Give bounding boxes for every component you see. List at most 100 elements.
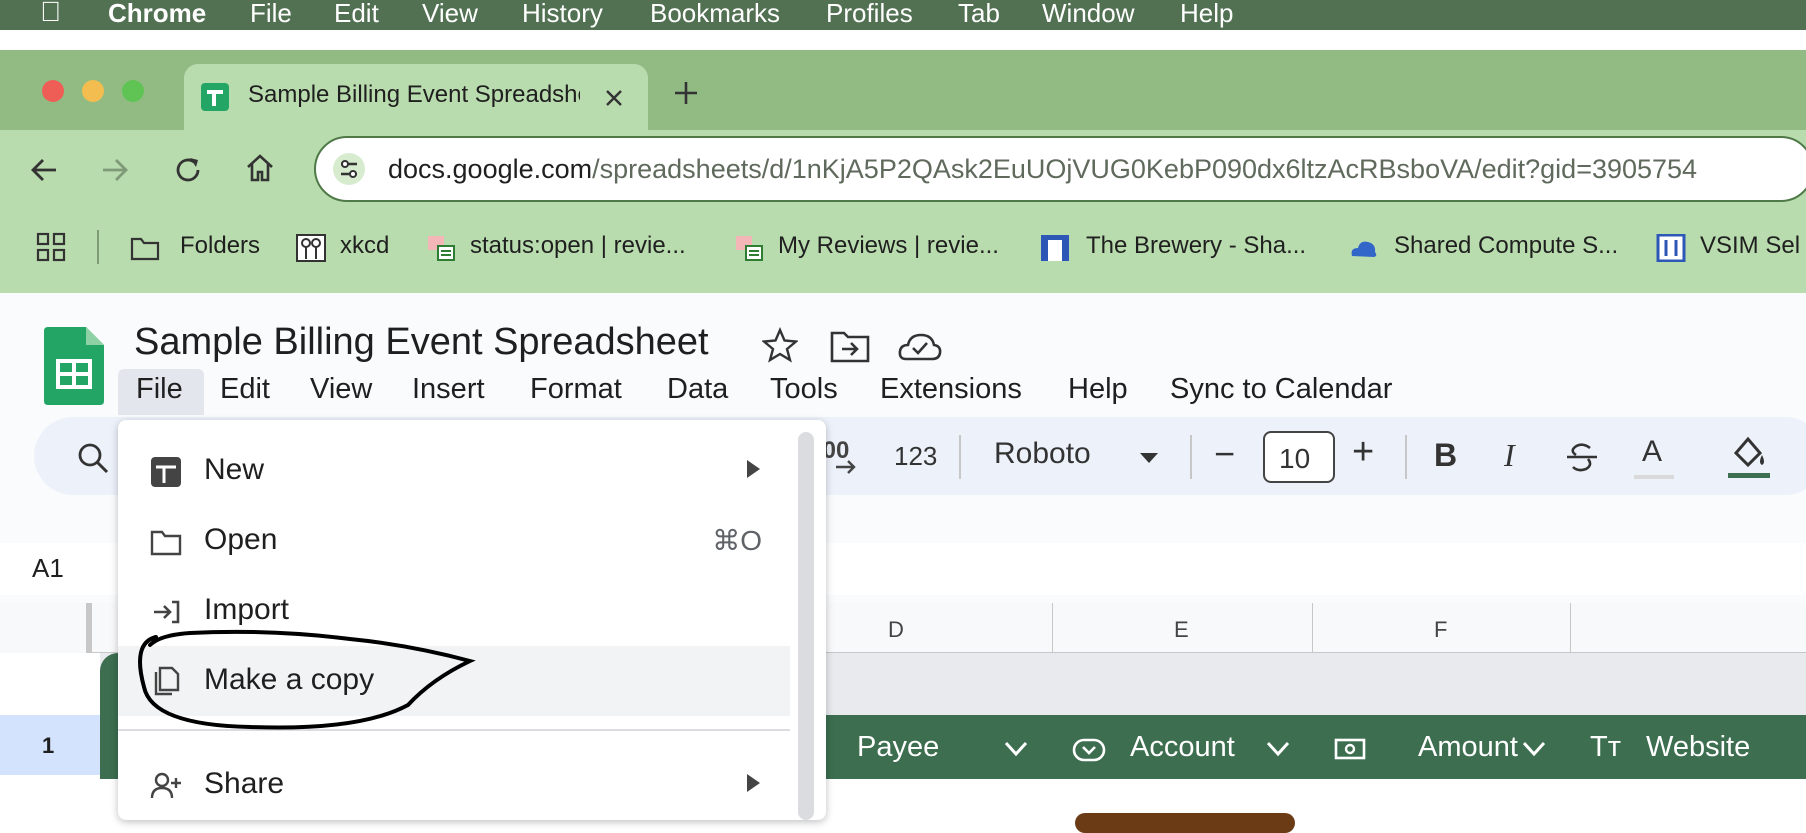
- column-divider: [1312, 603, 1313, 653]
- menu-tools[interactable]: Tools: [770, 373, 838, 406]
- tab-title: Sample Billing Event Spreadsheet: [248, 81, 580, 108]
- bookmark-shared-compute[interactable]: Shared Compute S...: [1394, 232, 1618, 260]
- submenu-arrow-icon: [747, 460, 760, 478]
- strikethrough-icon[interactable]: [1564, 439, 1600, 475]
- site-settings-icon[interactable]: [332, 152, 366, 186]
- header-account[interactable]: Account: [1130, 731, 1235, 764]
- row-header-1[interactable]: 1: [0, 715, 100, 775]
- menu-file[interactable]: File: [136, 373, 183, 406]
- column-header-e[interactable]: E: [1174, 617, 1189, 643]
- menu-sync-to-calendar[interactable]: Sync to Calendar: [1170, 373, 1392, 406]
- column-divider: [1052, 603, 1053, 653]
- sheets-logo-icon[interactable]: [44, 327, 104, 405]
- bookmark-vsim[interactable]: VSIM Sel: [1700, 232, 1800, 260]
- toolbar-divider: [1190, 435, 1192, 479]
- select-all-corner[interactable]: [0, 603, 92, 653]
- italic-button[interactable]: I: [1504, 437, 1515, 474]
- search-icon[interactable]: [76, 441, 110, 475]
- mac-menu-help[interactable]: Help: [1180, 0, 1233, 29]
- chevron-down-icon[interactable]: [1266, 741, 1290, 757]
- annotation-circle: [138, 629, 476, 730]
- move-folder-icon[interactable]: [830, 329, 870, 363]
- mac-menu-app[interactable]: Chrome: [108, 0, 206, 29]
- menu-item-open[interactable]: Open ⌘O: [118, 506, 790, 576]
- sheets-app: Sample Billing Event Spreadsheet File Ed…: [0, 293, 1806, 833]
- apple-icon[interactable]: : [40, 0, 61, 28]
- font-dropdown-icon[interactable]: [1138, 451, 1160, 465]
- header-website[interactable]: Website: [1646, 731, 1750, 764]
- chevron-down-icon[interactable]: [1522, 741, 1546, 757]
- address-bar[interactable]: docs.google.com/spreadsheets/d/1nKjA5P2Q…: [314, 136, 1806, 202]
- mac-menu-view[interactable]: View: [422, 0, 478, 29]
- reload-icon[interactable]: [172, 154, 204, 186]
- bold-button[interactable]: B: [1434, 437, 1457, 474]
- menu-item-shortcut: ⌘O: [712, 525, 762, 556]
- bookmark-my-reviews[interactable]: My Reviews | revie...: [778, 232, 999, 260]
- fill-color-icon[interactable]: [1724, 431, 1774, 481]
- minimize-window-button[interactable]: [82, 80, 104, 102]
- column-header-f[interactable]: F: [1434, 617, 1447, 643]
- menu-help[interactable]: Help: [1068, 373, 1128, 406]
- forward-icon[interactable]: [99, 154, 131, 186]
- document-title[interactable]: Sample Billing Event Spreadsheet: [134, 321, 709, 364]
- mac-menu-history[interactable]: History: [522, 0, 603, 29]
- apps-grid-icon[interactable]: [36, 232, 66, 262]
- menu-format[interactable]: Format: [530, 373, 622, 406]
- frozen-row-edge: [100, 653, 120, 715]
- menu-view[interactable]: View: [310, 373, 372, 406]
- url-text: docs.google.com/spreadsheets/d/1nKjA5P2Q…: [388, 154, 1697, 185]
- font-size-input[interactable]: 10: [1263, 431, 1335, 483]
- text-color-button[interactable]: A: [1642, 435, 1662, 469]
- confluence-favicon-icon: [1041, 235, 1069, 261]
- mac-menu-profiles[interactable]: Profiles: [826, 0, 913, 29]
- decrease-font-size-button[interactable]: −: [1214, 433, 1235, 475]
- font-size-value: 10: [1279, 443, 1311, 474]
- back-icon[interactable]: [28, 154, 60, 186]
- tab-strip: Sample Billing Event Spreadsheet: [0, 50, 1806, 130]
- text-color-swatch: [1634, 475, 1674, 479]
- name-box[interactable]: A1: [32, 553, 64, 584]
- browser-tab-active[interactable]: Sample Billing Event Spreadsheet: [184, 64, 648, 130]
- bookmark-the-brewery[interactable]: The Brewery - Sha...: [1086, 232, 1306, 260]
- mac-menubar:  Chrome File Edit View History Bookmark…: [0, 0, 1806, 30]
- account-chip[interactable]: [1075, 813, 1295, 833]
- menu-insert[interactable]: Insert: [412, 373, 485, 406]
- gerrit-favicon-icon: [428, 236, 455, 261]
- maximize-window-button[interactable]: [122, 80, 144, 102]
- number-format-button[interactable]: 123: [894, 441, 937, 472]
- close-tab-icon[interactable]: [604, 88, 624, 108]
- menu-item-label: New: [204, 453, 265, 486]
- new-tab-icon[interactable]: [673, 80, 699, 106]
- menu-item-share[interactable]: Share: [118, 750, 790, 820]
- mac-menu-edit[interactable]: Edit: [334, 0, 379, 29]
- toolbar-divider: [1405, 435, 1407, 479]
- xkcd-favicon-icon: [296, 234, 326, 262]
- menu-data[interactable]: Data: [667, 373, 728, 406]
- cloud-saved-icon[interactable]: [898, 329, 942, 363]
- mac-menu-bookmarks[interactable]: Bookmarks: [650, 0, 780, 29]
- header-payee[interactable]: Payee: [857, 731, 939, 764]
- vsim-favicon-icon: [1656, 234, 1686, 262]
- mac-menu-file[interactable]: File: [250, 0, 292, 29]
- currency-icon: [1334, 738, 1366, 760]
- star-icon[interactable]: [762, 327, 798, 363]
- column-header-d[interactable]: D: [888, 617, 904, 643]
- bookmarks-bar: Folders xkcd status:open | revie... My R…: [0, 210, 1806, 293]
- bookmark-status-open[interactable]: status:open | revie...: [470, 232, 686, 260]
- increase-font-size-button[interactable]: +: [1352, 431, 1374, 474]
- gerrit-favicon-icon: [736, 236, 763, 261]
- home-icon[interactable]: [244, 152, 276, 184]
- close-window-button[interactable]: [42, 80, 64, 102]
- menu-extensions[interactable]: Extensions: [880, 373, 1022, 406]
- menu-edit[interactable]: Edit: [220, 373, 270, 406]
- mac-menu-tab[interactable]: Tab: [958, 0, 1000, 29]
- font-selector[interactable]: Roboto: [994, 437, 1091, 471]
- column-divider: [1570, 603, 1571, 653]
- chevron-down-icon[interactable]: [1004, 741, 1028, 757]
- header-amount[interactable]: Amount: [1418, 731, 1518, 764]
- menu-item-new[interactable]: New: [118, 436, 790, 506]
- bookmark-xkcd[interactable]: xkcd: [340, 232, 389, 260]
- bookmark-folders[interactable]: Folders: [180, 232, 260, 260]
- mac-menu-window[interactable]: Window: [1042, 0, 1134, 29]
- menu-scrollbar[interactable]: [798, 432, 814, 820]
